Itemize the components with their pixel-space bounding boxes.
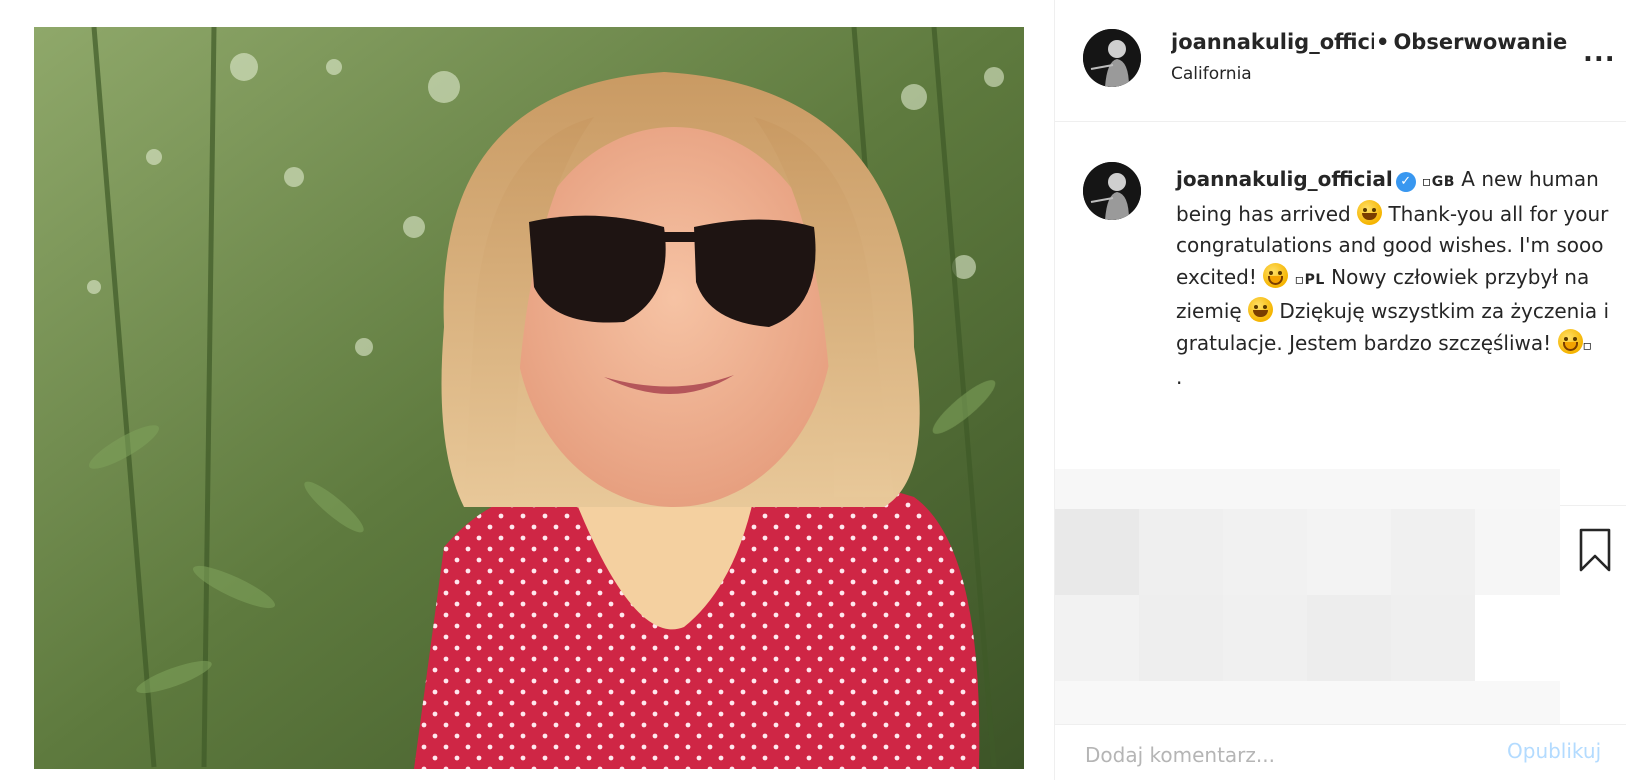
instagram-post-view: joannakulig_official•Obserwowanie Califo… — [0, 0, 1626, 780]
caption-text: joannakulig_official ✓ ▫GB A new human bei… — [1176, 164, 1616, 394]
header-user-line: joannakulig_official•Obserwowanie — [1171, 30, 1571, 60]
photo-illustration — [34, 27, 1024, 769]
profile-avatar[interactable] — [1083, 29, 1141, 87]
hugging-emoji-icon — [1557, 328, 1583, 354]
caption-trailing-dot: . — [1176, 365, 1183, 389]
more-icon[interactable]: ... — [1583, 38, 1619, 68]
bookmark-icon[interactable] — [1578, 528, 1612, 572]
hugging-emoji-icon — [1263, 262, 1289, 288]
flag-gb: ▫GB — [1421, 174, 1455, 190]
verified-badge-icon: ✓ — [1395, 172, 1416, 192]
avatar-image — [1083, 29, 1141, 87]
flag-gb-label: GB — [1431, 174, 1455, 190]
post-photo[interactable] — [34, 27, 1024, 769]
action-bar — [1560, 505, 1626, 706]
grinning-emoji-icon — [1357, 199, 1383, 225]
caption-avatar[interactable] — [1083, 162, 1141, 220]
caption-username[interactable]: joannakulig_official — [1176, 167, 1393, 191]
comment-bar: Opublikuj — [1055, 724, 1626, 781]
caption-section: joannakulig_official ✓ ▫GB A new human bei… — [1055, 122, 1626, 467]
bookmark-glyph — [1579, 528, 1611, 572]
header-separator: • — [1376, 30, 1390, 54]
comment-input[interactable] — [1083, 739, 1487, 771]
redacted-blur-block — [1055, 469, 1560, 724]
flag-pl-label: PL — [1304, 271, 1325, 288]
avatar-image — [1083, 162, 1141, 220]
post-comment-button[interactable]: Opublikuj — [1507, 739, 1601, 763]
grinning-emoji-icon — [1248, 297, 1274, 322]
post-header: joannakulig_official•Obserwowanie Califo… — [1055, 0, 1626, 122]
flag-pl: ▫PL — [1294, 271, 1325, 288]
follow-status-button[interactable]: Obserwowanie — [1393, 30, 1567, 54]
flag-end: ▫ — [1582, 337, 1593, 354]
location-link[interactable]: California — [1171, 64, 1252, 84]
header-username[interactable]: joannakulig_official — [1171, 30, 1374, 54]
